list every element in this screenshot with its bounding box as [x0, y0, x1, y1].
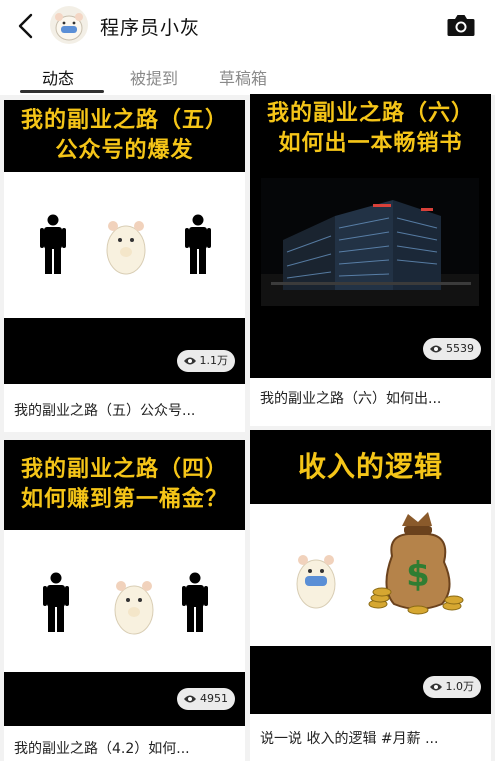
- eye-icon: [183, 357, 196, 365]
- chevron-left-icon[interactable]: [14, 12, 38, 40]
- hamster-icon: [106, 221, 146, 275]
- banner-line: 我的副业之路（四）: [20, 457, 228, 482]
- tab-bar: 动态 被提到 草稿箱: [0, 60, 495, 94]
- banner-line: 如何赚到第一桶金？: [20, 487, 228, 512]
- hamster-icon: [296, 555, 336, 609]
- eye-icon: [430, 345, 442, 353]
- post-card[interactable]: 我的副业之路（四） 如何赚到第一桶金？ 4951 我的副业之路（4.2）如何..…: [4, 440, 245, 761]
- post-banner: 我的副业之路（五） 公众号的爆发: [4, 100, 245, 172]
- post-caption: 说一说 收入的逻辑 #月薪 ...: [260, 731, 439, 747]
- active-tab-indicator: [20, 90, 104, 93]
- view-count: 1.1万: [199, 354, 229, 367]
- post-image: [250, 164, 491, 312]
- post-card[interactable]: 我的副业之路（五） 公众号的爆发 1.1万 我的副业之路（五）公众号...: [4, 100, 245, 432]
- banner-line: 我的副业之路（六）: [266, 101, 474, 126]
- post-image: [4, 530, 245, 672]
- post-image: [4, 172, 245, 318]
- post-banner: 我的副业之路（六） 如何出一本畅销书: [250, 94, 491, 164]
- person-icon: [182, 572, 208, 632]
- view-count-badge: 1.1万: [176, 350, 235, 372]
- view-count-badge: 4951: [177, 688, 235, 710]
- tab-mentions[interactable]: 被提到: [130, 65, 178, 89]
- person-icon: [40, 214, 66, 274]
- banner-line: 收入的逻辑: [297, 450, 443, 483]
- banner-line: 公众号的爆发: [55, 138, 194, 163]
- post-image: $: [250, 504, 491, 646]
- eye-icon: [429, 683, 442, 691]
- post-image-footer: 4951: [4, 672, 245, 726]
- building-night-photo: [261, 178, 479, 306]
- post-caption: 我的副业之路（五）公众号...: [14, 403, 196, 419]
- avatar[interactable]: [50, 6, 88, 44]
- view-count: 1.0万: [445, 680, 475, 693]
- eye-icon: [184, 695, 196, 703]
- post-card[interactable]: 我的副业之路（六） 如何出一本畅销书 5539 我的副业之路（六）如何出...: [250, 94, 491, 426]
- view-count-badge: 1.0万: [422, 676, 481, 698]
- post-caption: 我的副业之路（六）如何出...: [260, 391, 442, 407]
- post-caption: 我的副业之路（4.2）如何...: [14, 741, 190, 757]
- banner-line: 我的副业之路（五）: [20, 108, 228, 133]
- post-card[interactable]: 收入的逻辑 $ 1.0万 说一说 收入的逻辑 #月薪 ...: [250, 430, 491, 761]
- view-count: 4951: [200, 692, 228, 705]
- tab-dynamics[interactable]: 动态: [42, 65, 74, 89]
- hamster-avatar-icon: [55, 13, 83, 41]
- money-bag-icon: $: [368, 512, 464, 615]
- post-image-footer: 5539: [250, 312, 491, 378]
- post-image-footer: 1.1万: [4, 318, 245, 384]
- banner-line: 如何出一本畅销书: [278, 131, 463, 156]
- person-icon: [43, 572, 69, 632]
- view-count-badge: 5539: [423, 338, 481, 360]
- svg-text:$: $: [406, 555, 430, 595]
- page-title: 程序员小灰: [100, 17, 201, 39]
- post-banner: 收入的逻辑: [250, 430, 491, 504]
- camera-icon[interactable]: [446, 12, 476, 38]
- app-screen: 程序员小灰 动态 被提到 草稿箱 我的副业之路（五） 公众号的爆发 1.1万 我…: [0, 0, 495, 761]
- person-icon: [185, 214, 211, 274]
- profile-header: 程序员小灰 动态 被提到 草稿箱: [0, 0, 495, 95]
- tab-drafts[interactable]: 草稿箱: [219, 65, 267, 89]
- post-image-footer: 1.0万: [250, 646, 491, 714]
- hamster-icon: [114, 581, 154, 635]
- view-count: 5539: [446, 342, 474, 355]
- post-banner: 我的副业之路（四） 如何赚到第一桶金？: [4, 440, 245, 530]
